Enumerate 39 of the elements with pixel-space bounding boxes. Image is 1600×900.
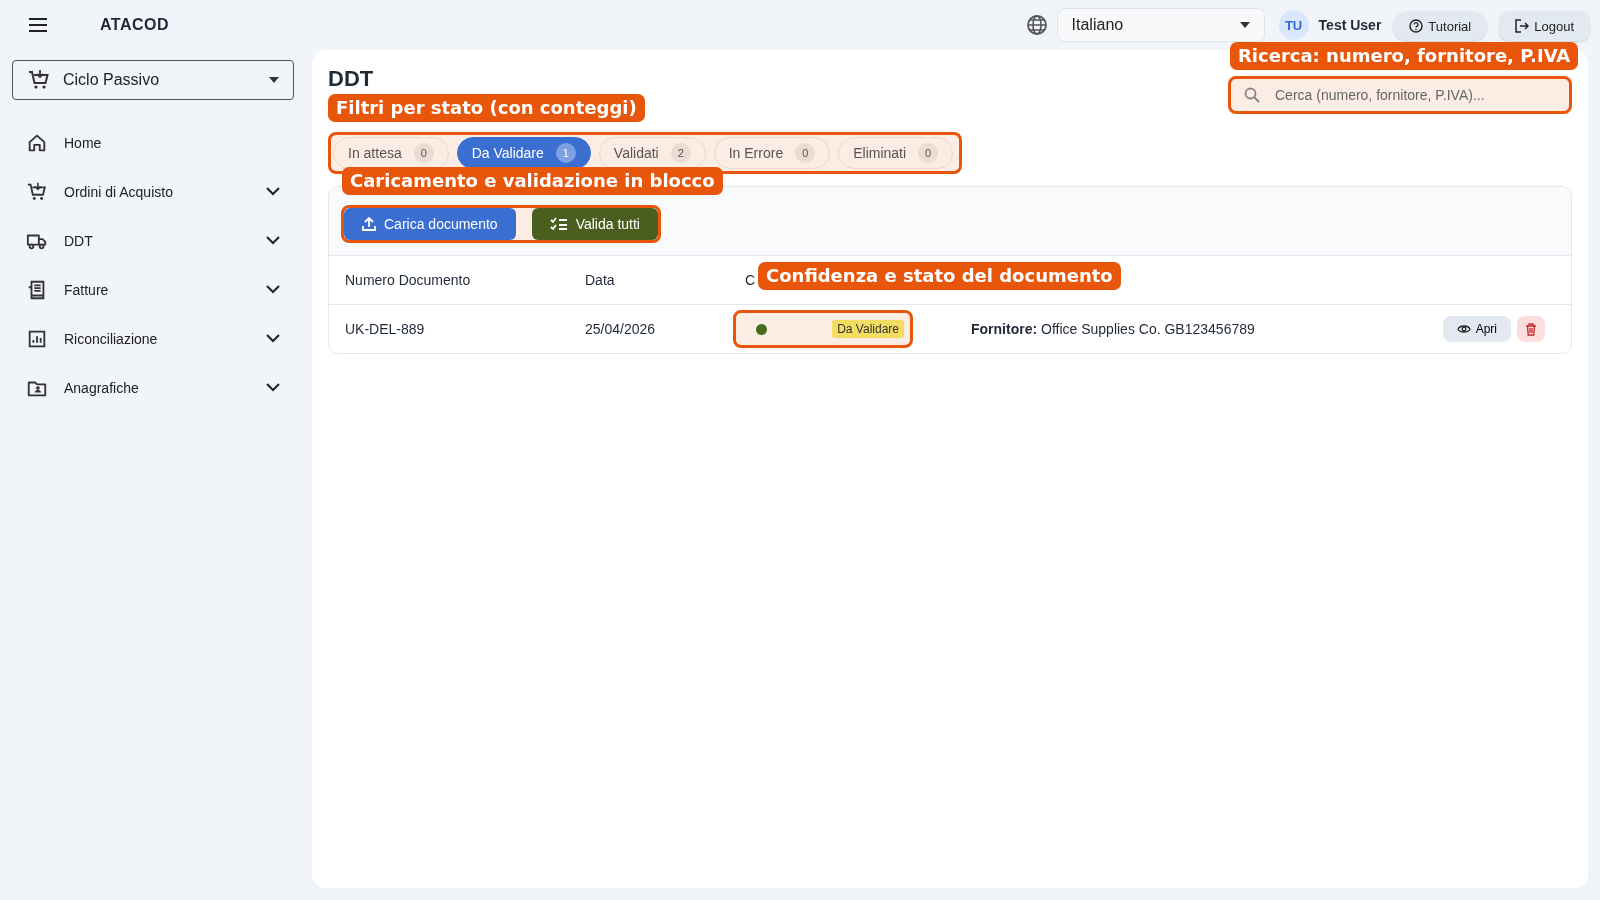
- sidebar-item[interactable]: Fatture: [12, 265, 294, 314]
- validate-all-button[interactable]: Valida tutti: [531, 208, 658, 240]
- status-badge: Da Validare: [832, 320, 904, 338]
- count-badge: 2: [670, 143, 691, 163]
- app-logo: ATACOD: [100, 16, 170, 34]
- count-badge: 0: [413, 143, 434, 163]
- table-cell-text: UK-DEL-889: [345, 321, 426, 337]
- page-title: DDT: [328, 66, 374, 92]
- table-cell-text: 25/04/2026: [585, 321, 657, 337]
- count-badge: 1: [555, 143, 576, 163]
- count-badge: 0: [918, 143, 939, 163]
- trash-icon: [1525, 322, 1537, 336]
- delete-button[interactable]: [1517, 316, 1545, 342]
- caret-icon: [269, 77, 279, 83]
- supplier-text: Fornitore: Office Supplies Co. GB123456789: [971, 321, 1256, 337]
- tour-tooltip: Ricerca: numero, fornitore, P.IVA: [1230, 42, 1579, 70]
- sidebar-item[interactable]: Riconciliazione: [12, 314, 294, 363]
- upload-button[interactable]: Carica documento: [344, 208, 516, 240]
- count-badge: 0: [795, 143, 816, 163]
- sidebar-item[interactable]: Anagrafiche: [12, 363, 294, 412]
- search-icon: [1244, 87, 1260, 103]
- column-header: Numero Documento: [345, 272, 471, 288]
- filter-tab[interactable]: Da Validare 1: [456, 137, 591, 169]
- tour-tooltip: Filtri per stato (con conteggi): [328, 94, 645, 122]
- checklist-icon: [549, 217, 568, 231]
- sidebar-item[interactable]: Ordini di Acquisto: [12, 167, 294, 216]
- sidebar-item[interactable]: DDT: [12, 216, 294, 265]
- search-field[interactable]: Cerca (numero, fornitore, P.IVA)...: [1228, 76, 1572, 114]
- user-name: Test User: [1318, 17, 1382, 33]
- open-button[interactable]: Apri: [1442, 316, 1511, 342]
- column-header: Data: [585, 272, 615, 288]
- eye-icon: [1456, 324, 1471, 334]
- cart-icon: [26, 180, 48, 203]
- column-header: C: [745, 272, 756, 288]
- sidebar-item[interactable]: Home: [12, 118, 294, 167]
- module-select[interactable]: Ciclo Passivo: [12, 60, 294, 100]
- tour-tooltip: Caricamento e validazione in blocco: [342, 167, 723, 195]
- tour-tooltip: Confidenza e stato del documento: [758, 262, 1121, 290]
- upload-icon: [362, 217, 376, 231]
